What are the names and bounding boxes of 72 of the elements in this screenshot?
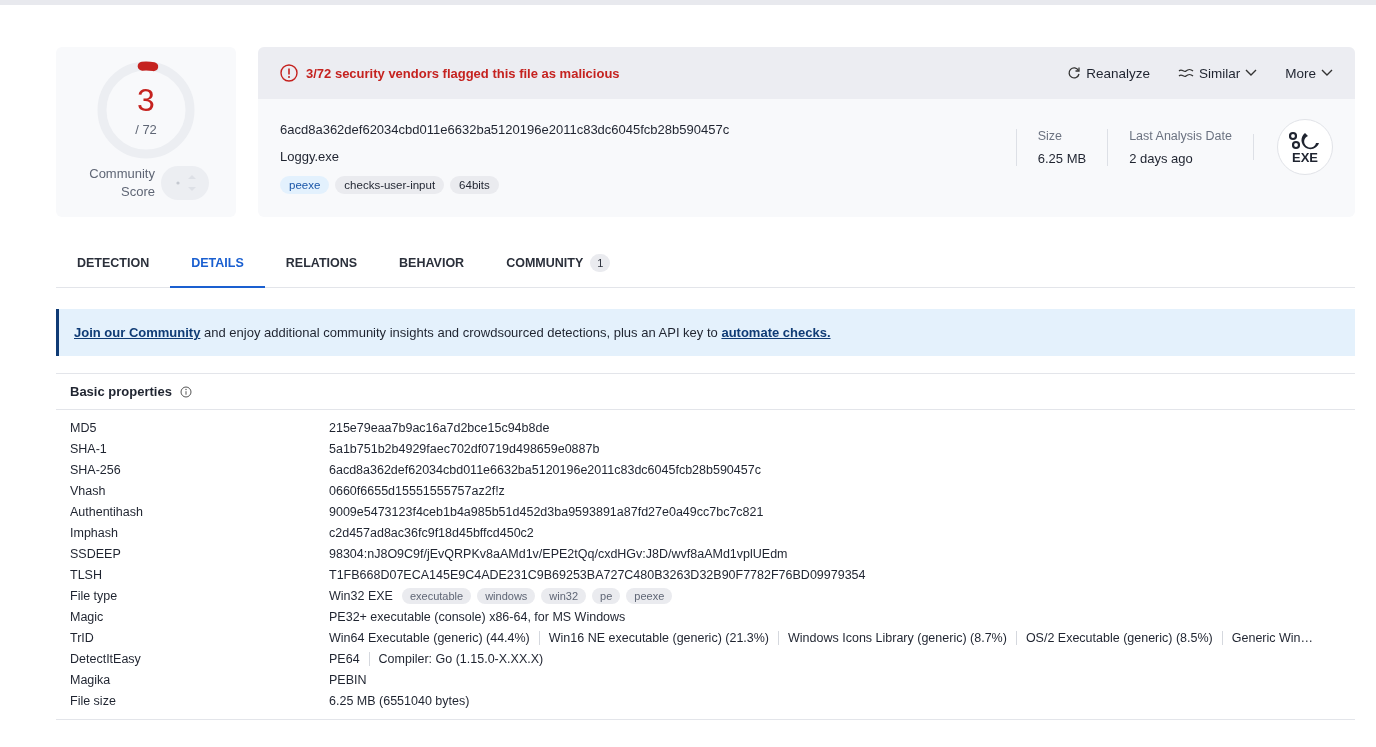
property-label: Imphash [70,525,119,540]
property-value: PE32+ executable (console) x86-64, for MS Windows [329,609,627,624]
property-label: TrID [70,630,95,645]
file-tag[interactable]: 64bits [450,176,499,194]
property-value: OS/2 Executable (generic) (8.5%) [1015,630,1222,645]
banner-text: and enjoy additional community insights and crowdsourced detections, plus an API key to [203,325,719,340]
alert-text: 3/72 security vendors flagged this file as malicious [306,65,621,81]
property-label: Magika [70,672,112,687]
stat-label: Last Analysis Date [1129,128,1232,143]
score-label: Community Score [88,165,155,201]
reanalyze-button[interactable]: Reanalyze [1067,65,1150,81]
stat-label: Size [1037,128,1064,143]
vote-toggle[interactable] [161,166,209,200]
tab[interactable]: BEHAVIOR [378,239,486,288]
waves-icon [1177,68,1194,78]
similar-button[interactable]: Similar [1177,65,1258,81]
caret-icon [1321,69,1333,77]
type-tag[interactable]: windows [477,587,536,604]
property-label: DetectItEasy [70,651,142,666]
stat-value: 2 days ago [1129,150,1194,166]
count-badge: 1 [590,253,611,272]
property-label: MD5 [70,420,98,435]
alert-icon [280,64,298,82]
property-value: Win16 NE executable (generic) (21.3%) [538,630,779,645]
property-value: 0660f6655d15551555757az2f!z [329,483,506,498]
tab[interactable]: RELATIONS [264,239,379,288]
property-value: 6.25 MB (6551040 bytes) [329,693,471,708]
property-value: 9009e5473123f4ceb1b4a985b51d452d3ba9593891a87fd27e0a49cc7bc7c821 [329,504,765,519]
file-type-text: EXE [1292,150,1318,164]
tab[interactable]: COMMUNITY 1 [485,239,632,288]
property-label: Authentihash [70,504,144,519]
tab[interactable]: DETAILS [170,239,265,288]
section-title: Basic properties [70,384,172,399]
info-icon[interactable] [179,385,192,398]
stat-value: 6.25 MB [1037,150,1087,166]
caret-icon [1245,69,1258,77]
property-label: SHA-1 [70,441,108,456]
property-value: Generic Win… [1221,630,1323,645]
property-value: Windows Icons Library (generic) (8.7%) [778,630,1016,645]
type-tag[interactable]: executable [401,587,472,604]
score-value: 3 [137,83,155,116]
more-button[interactable]: More [1285,65,1333,81]
file-tag[interactable]: peexe [280,176,330,194]
refresh-icon [1067,66,1082,80]
property-value: PE64 [329,651,361,666]
property-value: 5a1b751b2b4929faec702df0719d498659e0887b [329,441,601,456]
property-value: Win64 Executable (generic) (44.4%) [329,630,531,645]
type-tag[interactable]: win32 [541,587,587,604]
property-value: 6acd8a362def62034cbd011e6632ba5120196e2011c83dc6045fcb28b590457c [329,462,762,477]
property-value: Win32 EXE [329,588,394,603]
file-name: Loggy.exe [280,149,341,164]
property-label: File size [70,693,117,708]
property-value: 215e79eaa7b9ac16a7d2bce15c94b8de [329,420,551,435]
property-label: SHA-256 [70,462,122,477]
property-value: T1FB668D07ECA145E9C4ADE231C9B69253BA727C480B3263D32B90F7782F76BD09979354 [329,567,867,582]
score-total: / 72 [135,121,157,137]
property-label: Vhash [70,483,107,498]
property-value: Compiler: Go (1.15.0-X.XX.X) [368,651,553,666]
property-label: File type [70,588,119,603]
banner-link[interactable]: Join our Community [74,325,201,340]
tab[interactable]: DETECTION [56,239,171,288]
type-tag[interactable]: peexe [626,587,673,604]
property-value: c2d457ad8ac36fc9f18d45bffcd450c2 [329,525,535,540]
property-value: 98304:nJ8O9C9f/jEvQRPKv8aAMd1v/EPE2tQq/cxdHGv:J8D/wvf8aAMd1vplUEdm [329,546,789,561]
property-label: SSDEEP [70,546,122,561]
property-label: TLSH [70,567,103,582]
type-tag[interactable]: pe [592,587,621,604]
file-hash: 6acd8a362def62034cbd011e6632ba5120196e2011c83dc6045fcb28b590457c [280,122,731,137]
banner-link[interactable]: automate checks. [721,325,831,340]
file-tag[interactable]: checks-user-input [335,176,445,194]
property-value: PEBIN [329,672,368,687]
property-label: Magic [70,609,105,624]
